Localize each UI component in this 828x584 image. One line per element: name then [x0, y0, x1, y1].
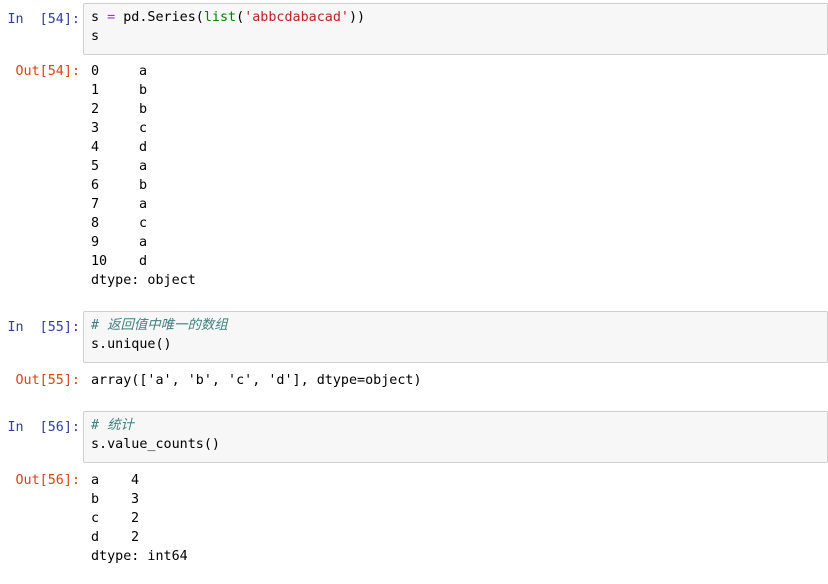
- value-count-key: a: [91, 473, 100, 488]
- code-input[interactable]: # 统计 s.value_counts(): [83, 411, 828, 463]
- code-line: s.value_counts(): [91, 437, 220, 452]
- value-count-number: 3: [131, 492, 140, 507]
- series-index: 6: [91, 178, 100, 193]
- series-row: 4d: [91, 138, 828, 157]
- series-value: b: [139, 178, 148, 193]
- value-count-row: c2: [91, 509, 828, 528]
- series-index: 8: [91, 216, 100, 231]
- in-prompt: In [56]:: [7, 420, 80, 435]
- series-value: c: [139, 121, 148, 136]
- series-row: 3c: [91, 119, 828, 138]
- series-index: 2: [91, 102, 100, 117]
- series-index: 9: [91, 235, 100, 250]
- series-value: a: [139, 197, 148, 212]
- string-token: 'abbcdabacad': [244, 10, 349, 25]
- series-row: 7a: [91, 195, 828, 214]
- series-row: 8c: [91, 214, 828, 233]
- series-value: b: [139, 102, 148, 117]
- series-value: d: [139, 140, 148, 155]
- code-comment: # 统计: [91, 418, 134, 433]
- series-value: a: [139, 64, 148, 79]
- value-count-row: b3: [91, 490, 828, 509]
- code-token: (: [236, 10, 245, 25]
- code-input[interactable]: # 返回值中唯一的数组 s.unique(): [83, 311, 828, 363]
- series-index: 1: [91, 83, 100, 98]
- series-value: b: [139, 83, 148, 98]
- series-index: 5: [91, 159, 100, 174]
- code-token: )): [349, 10, 366, 25]
- cell-output: array(['a', 'b', 'c', 'd'], dtype=object…: [91, 371, 828, 390]
- out-prompt: Out[55]:: [15, 373, 81, 388]
- value-count-number: 2: [131, 511, 140, 526]
- value-count-number: 4: [131, 473, 140, 488]
- code-input[interactable]: s = pd.Series(list('abbcdabacad')) s: [83, 3, 828, 55]
- code-line: s = pd.Series(list('abbcdabacad')): [91, 8, 827, 27]
- series-index: 4: [91, 140, 100, 155]
- series-value: a: [139, 235, 148, 250]
- series-row: 1b: [91, 81, 828, 100]
- series-row: 9a: [91, 233, 828, 252]
- code-line: s.unique(): [91, 337, 172, 352]
- in-prompt: In [55]:: [7, 320, 80, 335]
- series-index: 10: [91, 254, 108, 269]
- code-token: s: [91, 10, 108, 25]
- output-text: array(['a', 'b', 'c', 'd'], dtype=object…: [91, 373, 422, 388]
- code-token: pd.Series(: [115, 10, 204, 25]
- cell-output: 0a 1b 2b 3c 4d 5a 6b 7a 8c 9a 10 d dtype:…: [91, 62, 828, 290]
- dtype-line: dtype: object: [91, 273, 196, 288]
- value-count-key: c: [91, 511, 100, 526]
- series-row: 0a: [91, 62, 828, 81]
- series-value: a: [139, 159, 148, 174]
- series-index: 7: [91, 197, 100, 212]
- value-count-row: a4: [91, 471, 828, 490]
- value-count-number: 2: [131, 530, 140, 545]
- dtype-line: dtype: int64: [91, 549, 188, 564]
- in-prompt: In [54]:: [7, 12, 80, 27]
- series-row: 10 d: [91, 252, 828, 271]
- series-value: d: [139, 254, 148, 269]
- builtin-token: list: [203, 10, 237, 25]
- series-row: 2b: [91, 100, 828, 119]
- series-row: 6b: [91, 176, 828, 195]
- value-count-key: d: [91, 530, 100, 545]
- series-index: 3: [91, 121, 100, 136]
- value-count-key: b: [91, 492, 100, 507]
- series-value: c: [139, 216, 148, 231]
- series-row: 5a: [91, 157, 828, 176]
- operator-token: =: [107, 10, 116, 25]
- value-count-row: d2: [91, 528, 828, 547]
- code-comment: # 返回值中唯一的数组: [91, 318, 228, 333]
- out-prompt: Out[54]:: [15, 64, 81, 79]
- out-prompt: Out[56]:: [15, 473, 81, 488]
- cell-output: a4 b3 c2 d2 dtype: int64: [91, 471, 828, 566]
- series-index: 0: [91, 64, 100, 79]
- code-line: s: [91, 29, 100, 44]
